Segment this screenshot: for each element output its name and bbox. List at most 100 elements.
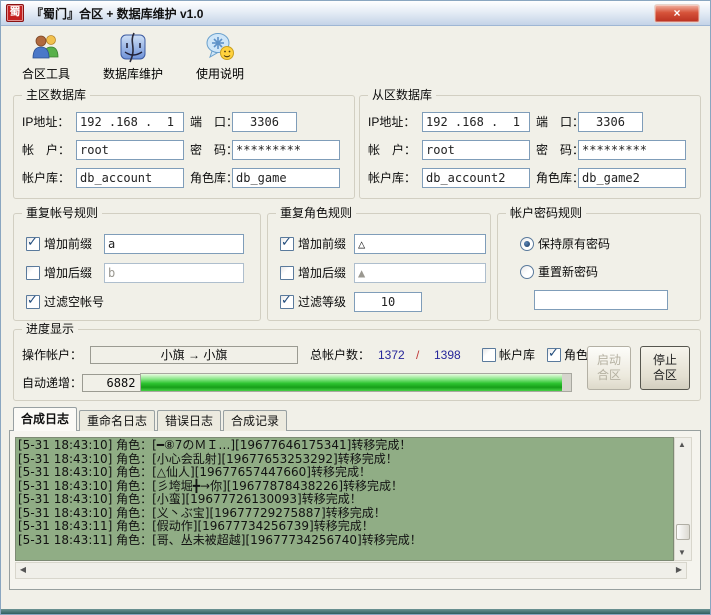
tab-merge-record[interactable]: 合成记录: [223, 410, 287, 431]
operating-account-field: 小旗 → 小旗: [90, 346, 298, 364]
reset-password-label: 重置新密码: [538, 262, 598, 282]
master-account-db-input[interactable]: [76, 168, 184, 188]
group-slave-db: 从区数据库 IP地址： 端 口： 帐 户： 密 码： 帐户库： 角色库：: [359, 95, 701, 199]
password-label: 密 码：: [190, 140, 238, 160]
log-line: [5-31 18:43:10] 角色：[小蛮][19677726130093]转…: [18, 493, 671, 507]
auto-increment-label: 自动递增：: [22, 373, 82, 393]
tab-error-log[interactable]: 错误日志: [157, 410, 221, 431]
slave-port-input[interactable]: [578, 112, 643, 132]
port-label: 端 口：: [190, 112, 238, 132]
group-role-rules: 重复角色规则 增加前缀 增加后缀 过滤等级: [267, 213, 491, 321]
toolbar-button-db-maintenance[interactable]: 数据库维护: [99, 29, 167, 84]
add-prefix-checkbox[interactable]: [26, 237, 40, 251]
filter-level-label: 过滤等级: [298, 292, 346, 312]
scroll-up-icon[interactable]: ▲: [675, 438, 689, 452]
role-db-label: 角色库：: [536, 168, 584, 188]
toolbar-button-help[interactable]: 使用说明: [187, 29, 253, 84]
log-horizontal-scrollbar[interactable]: ◀ ▶: [15, 562, 687, 579]
add-suffix-checkbox[interactable]: [26, 266, 40, 280]
add-prefix-label: 增加前缀: [298, 234, 346, 254]
group-progress: 进度显示 操作帐户： 小旗 → 小旗 总帐户数： 1372 / 1398 帐户库…: [13, 329, 701, 401]
role-prefix-input[interactable]: [354, 234, 486, 254]
slave-ip-input[interactable]: [422, 112, 530, 132]
log-line: [5-31 18:43:10] 角色：[彡垮堀╋→你][196778784382…: [18, 480, 671, 494]
operating-account-label: 操作帐户：: [22, 345, 82, 365]
reset-password-radio[interactable]: [520, 265, 534, 279]
log-panel: [5-31 18:43:10] 角色：[━⑧7のＭＩ…][19677646175…: [9, 430, 701, 590]
start-merge-button[interactable]: 启动 合区: [587, 346, 631, 390]
ip-label: IP地址：: [22, 112, 69, 132]
slave-password-input[interactable]: [578, 140, 686, 160]
help-icon: [204, 31, 236, 63]
titlebar: 蜀 『蜀门』合区 + 数据库维护 v1.0 ×: [1, 1, 710, 26]
account-suffix-input: [104, 263, 244, 283]
close-button[interactable]: ×: [654, 4, 700, 23]
start-merge-label-line2: 合区: [597, 368, 621, 383]
total-current-value: 1372: [378, 345, 405, 365]
total-separator: /: [416, 345, 419, 365]
group-password-rules: 帐户密码规则 保持原有密码 重置新密码: [497, 213, 701, 321]
filter-level-input[interactable]: [354, 292, 422, 312]
filter-empty-account-checkbox[interactable]: [26, 295, 40, 309]
add-prefix-label: 增加前缀: [44, 234, 92, 254]
tab-merge-log[interactable]: 合成日志: [13, 407, 77, 431]
master-password-input[interactable]: [232, 140, 340, 160]
add-prefix-checkbox[interactable]: [280, 237, 294, 251]
master-role-db-input[interactable]: [232, 168, 340, 188]
log-line: [5-31 18:43:10] 角色：[义丶ぶ宝][19677729275887…: [18, 507, 671, 521]
database-maintenance-icon: [117, 31, 149, 63]
slave-role-db-input[interactable]: [578, 168, 686, 188]
keep-password-radio[interactable]: [520, 237, 534, 251]
log-tab-bar: 合成日志 重命名日志 错误日志 合成记录: [13, 408, 289, 431]
vertical-scroll-thumb[interactable]: [676, 524, 690, 540]
progress-fill: [141, 374, 562, 391]
new-password-input[interactable]: [534, 290, 668, 310]
master-user-input[interactable]: [76, 140, 184, 160]
filter-level-checkbox[interactable]: [280, 295, 294, 309]
scroll-left-icon[interactable]: ◀: [16, 563, 30, 577]
account-db-checkbox[interactable]: [482, 348, 496, 362]
log-textarea[interactable]: [5-31 18:43:10] 角色：[━⑧7のＭＩ…][19677646175…: [15, 437, 674, 561]
role-db-checkbox[interactable]: [547, 348, 561, 362]
group-master-db: 主区数据库 IP地址： 端 口： 帐 户： 密 码： 帐户库： 角色库：: [13, 95, 355, 199]
password-label: 密 码：: [536, 140, 584, 160]
toolbar-button-merge-tool[interactable]: 合区工具: [13, 29, 79, 84]
toolbar-label: 数据库维护: [103, 65, 163, 82]
account-db-label: 帐户库：: [22, 168, 70, 188]
window-bottom-edge: [1, 609, 710, 614]
ip-label: IP地址：: [368, 112, 415, 132]
window-title: 『蜀门』合区 + 数据库维护 v1.0: [31, 5, 203, 22]
slave-account-db-input[interactable]: [422, 168, 530, 188]
log-vertical-scrollbar[interactable]: ▲ ▼: [674, 437, 692, 561]
log-line: [5-31 18:43:10] 角色：[━⑧7のＭＩ…][19677646175…: [18, 439, 671, 453]
stop-merge-button[interactable]: 停止 合区: [640, 346, 690, 390]
total-accounts-label: 总帐户数：: [310, 345, 370, 365]
role-suffix-input: [354, 263, 486, 283]
tab-rename-log[interactable]: 重命名日志: [79, 410, 155, 431]
add-suffix-label: 增加后缀: [298, 263, 346, 283]
user-label: 帐 户：: [368, 140, 416, 160]
master-port-input[interactable]: [232, 112, 297, 132]
add-suffix-label: 增加后缀: [44, 263, 92, 283]
log-line: [5-31 18:43:10] 角色：[△仙人][19677657447660]…: [18, 466, 671, 480]
app-window: 蜀 『蜀门』合区 + 数据库维护 v1.0 × 合区工具: [0, 0, 711, 615]
log-line: [5-31 18:43:10] 角色：[小心会乱射][1967765325329…: [18, 453, 671, 467]
scroll-right-icon[interactable]: ▶: [672, 563, 686, 577]
toolbar: 合区工具 数据库维护: [13, 29, 253, 84]
stop-merge-label-line1: 停止: [653, 353, 677, 368]
scroll-down-icon[interactable]: ▼: [675, 546, 689, 560]
users-icon: [30, 31, 62, 63]
group-title: 重复角色规则: [276, 206, 356, 220]
group-title: 从区数据库: [368, 88, 436, 102]
account-db-check-label: 帐户库: [499, 345, 535, 365]
master-ip-input[interactable]: [76, 112, 184, 132]
close-icon: ×: [673, 6, 680, 20]
add-suffix-checkbox[interactable]: [280, 266, 294, 280]
total-max-value: 1398: [434, 345, 461, 365]
slave-user-input[interactable]: [422, 140, 530, 160]
port-label: 端 口：: [536, 112, 584, 132]
log-line: [5-31 18:43:11] 角色：[假动作][19677734256739]…: [18, 520, 671, 534]
group-title: 进度显示: [22, 322, 78, 336]
keep-password-label: 保持原有密码: [538, 234, 610, 254]
account-prefix-input[interactable]: [104, 234, 244, 254]
